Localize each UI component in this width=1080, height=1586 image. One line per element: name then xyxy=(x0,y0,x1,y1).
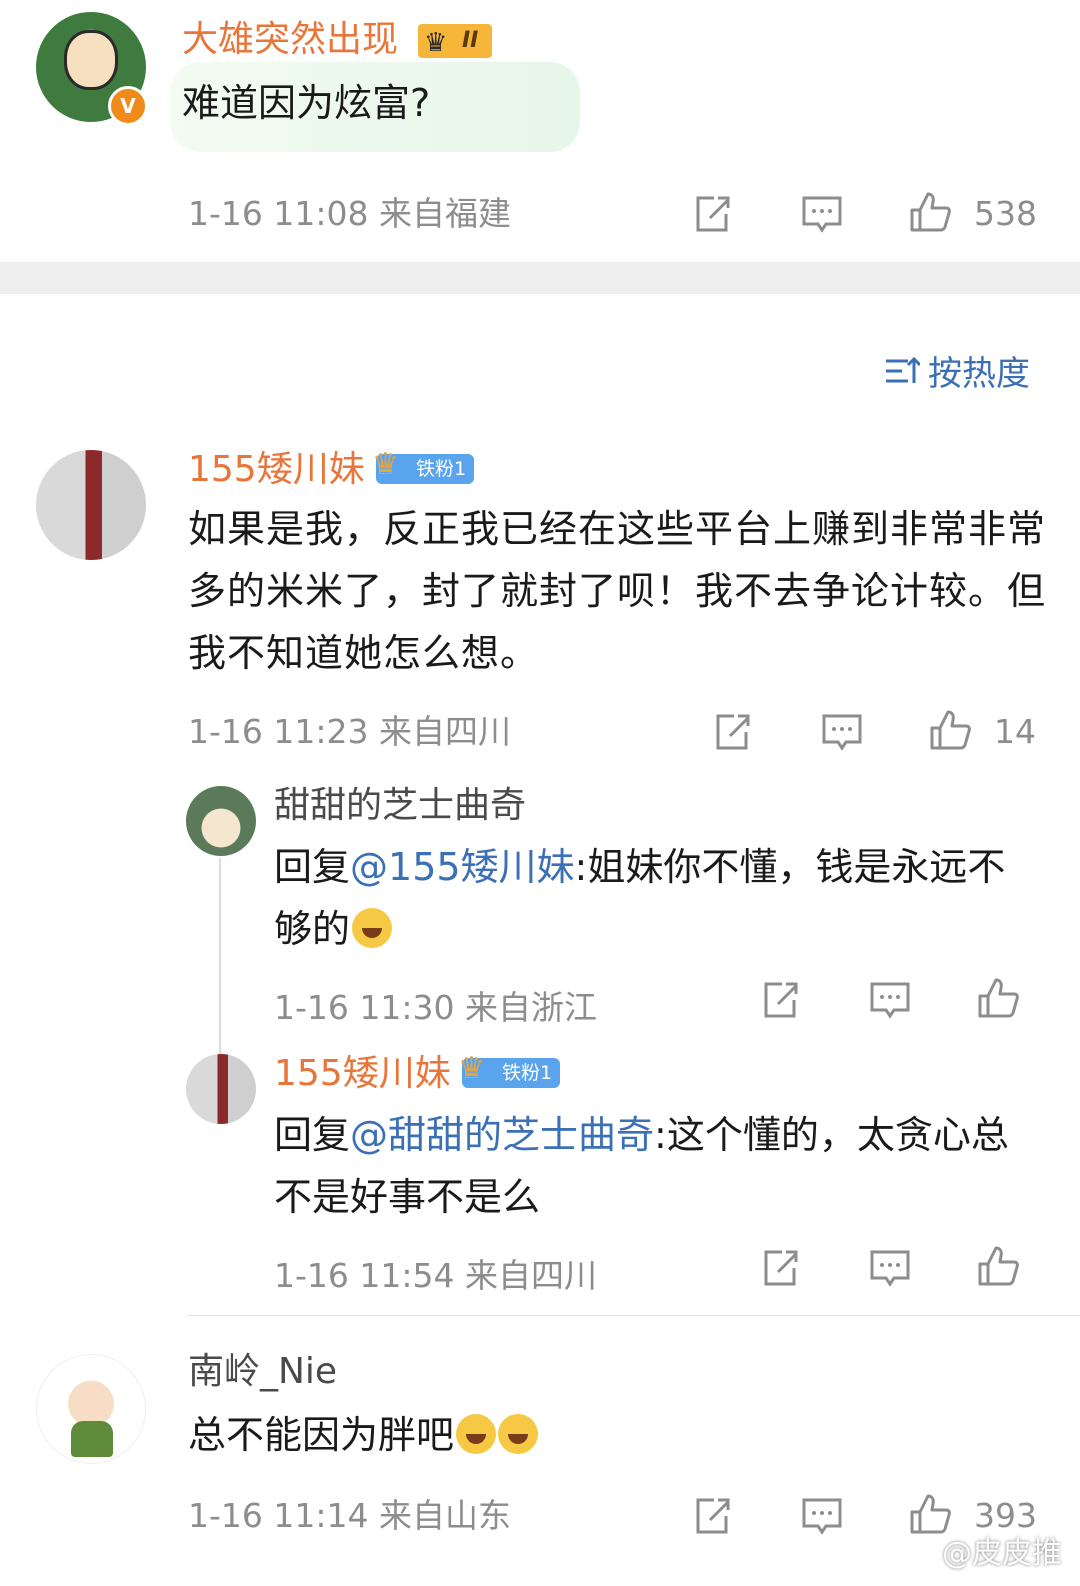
reply-username[interactable]: 甜甜的芝士曲奇 xyxy=(274,784,526,828)
fan-badge-label: 铁粉1 xyxy=(502,1062,553,1084)
fan-crown-icon: ♛ xyxy=(458,1051,485,1086)
reply-text: 回复@甜甜的芝士曲奇:这个懂的，太贪心总不是好事不是么 xyxy=(274,1104,1034,1228)
section-divider xyxy=(0,262,1080,294)
comment-body: 总不能因为胖吧 xyxy=(188,1413,455,1457)
comment-icon[interactable] xyxy=(800,1494,844,1538)
watermark: @皮皮推 xyxy=(942,1536,1062,1571)
comment-icon[interactable] xyxy=(800,192,844,236)
avatar-face xyxy=(64,30,118,90)
sort-by-hot-button[interactable]: 按热度 xyxy=(884,346,1030,395)
mention-link[interactable]: @甜甜的芝士曲奇 xyxy=(350,1113,654,1157)
reply-prefix: 回复 xyxy=(274,845,351,889)
sort-label: 按热度 xyxy=(928,354,1030,394)
comment-icon[interactable] xyxy=(820,710,864,754)
crown-icon: ♛ xyxy=(424,28,448,58)
comment-meta: 1-16 11:14 来自山东 xyxy=(188,1496,511,1535)
comment-separator xyxy=(188,1315,1080,1316)
share-icon[interactable] xyxy=(690,192,734,236)
comment-icon[interactable] xyxy=(868,1246,912,1290)
sort-icon xyxy=(884,353,922,389)
like-icon[interactable] xyxy=(928,708,972,752)
avatar-nanling[interactable] xyxy=(36,1354,146,1464)
vip-badge: ♛ II xyxy=(418,24,493,58)
comment-username[interactable]: 南岭_Nie xyxy=(188,1350,337,1394)
comment-text: 如果是我，反正我已经在这些平台上赚到非常非常多的米米了，封了就封了呗！我不去争论… xyxy=(188,507,1047,675)
mention-link[interactable]: @155矮川妹 xyxy=(350,845,575,889)
share-icon[interactable] xyxy=(758,978,802,1022)
avatar-chuanmei-small[interactable] xyxy=(186,1054,256,1124)
verified-icon: V xyxy=(108,86,148,126)
reply-thread-line xyxy=(219,858,221,1054)
share-icon[interactable] xyxy=(710,710,754,754)
fan-badge-label: 铁粉1 xyxy=(416,458,467,480)
avatar-cookie[interactable] xyxy=(186,786,256,856)
top-comment-text: 难道因为炫富? xyxy=(182,81,431,125)
reply-prefix: 回复 xyxy=(274,1113,351,1157)
like-icon[interactable] xyxy=(976,976,1020,1020)
fan-badge: ♛ 铁粉1 xyxy=(372,450,475,484)
comment-username[interactable]: 155矮川妹 xyxy=(188,448,365,492)
avatar-chuanmei[interactable] xyxy=(36,450,146,560)
laugh-cry-emoji xyxy=(456,1414,497,1454)
reply-meta: 1-16 11:30 来自浙江 xyxy=(274,988,597,1027)
share-icon[interactable] xyxy=(758,1246,802,1290)
reply-username[interactable]: 155矮川妹 xyxy=(274,1052,451,1096)
top-comment-meta: 1-16 11:08 来自福建 xyxy=(188,194,511,233)
share-icon[interactable] xyxy=(690,1494,734,1538)
top-comment-username[interactable]: 大雄突然出现 xyxy=(182,18,398,62)
avatar-body xyxy=(71,1421,113,1457)
laugh-cry-emoji xyxy=(498,1414,539,1454)
comment-meta: 1-16 11:23 来自四川 xyxy=(188,712,511,751)
comment-icon[interactable] xyxy=(868,978,912,1022)
like-count: 14 xyxy=(994,712,1036,751)
like-count: 538 xyxy=(974,194,1037,233)
fan-crown-icon: ♛ xyxy=(372,447,399,482)
reply-text: 回复@155矮川妹:姐妹你不懂，钱是永远不够的 xyxy=(274,836,1024,960)
reply-meta: 1-16 11:54 来自四川 xyxy=(274,1256,597,1295)
like-icon[interactable] xyxy=(908,190,952,234)
like-icon[interactable] xyxy=(976,1244,1020,1288)
vip-level: II xyxy=(462,28,479,53)
laugh-cry-emoji xyxy=(352,908,393,948)
comment-text: 总不能因为胖吧 xyxy=(188,1404,539,1466)
fan-badge: ♛ 铁粉1 xyxy=(458,1054,561,1088)
